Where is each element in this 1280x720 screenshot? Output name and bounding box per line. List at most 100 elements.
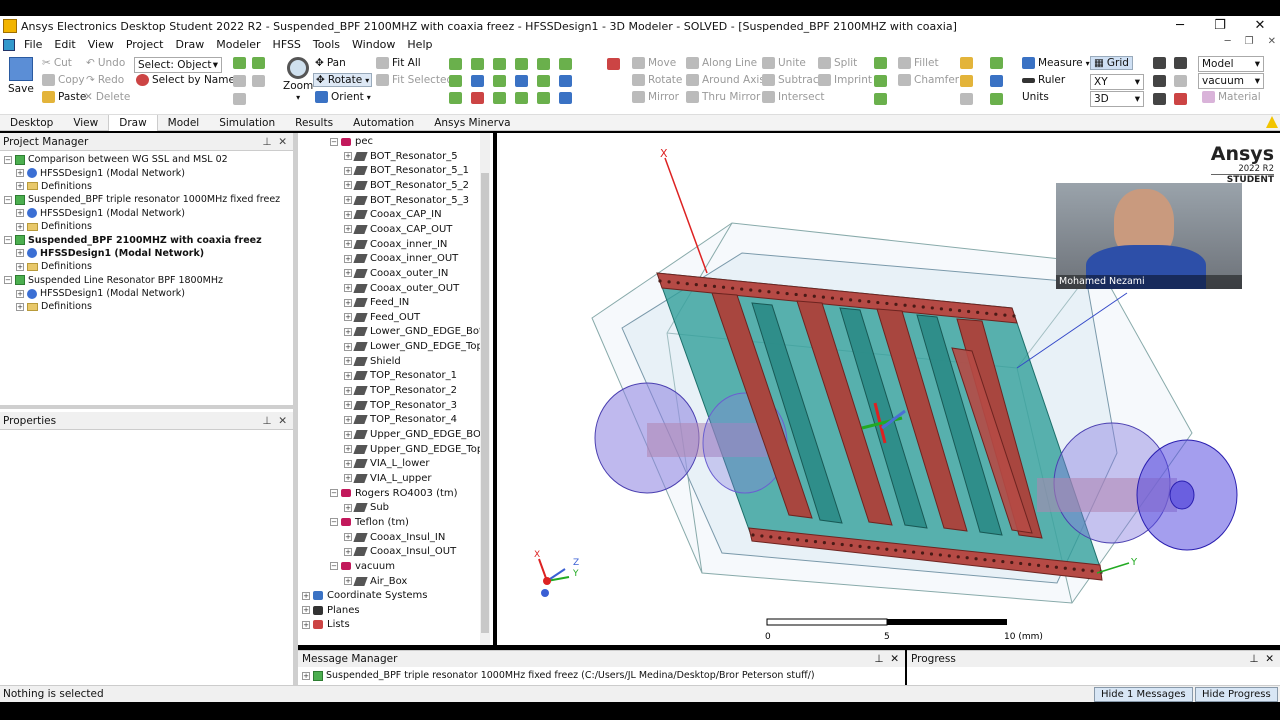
select-icon-5[interactable]	[252, 75, 265, 87]
expand-icon[interactable]: +	[302, 591, 310, 600]
around-axis-button[interactable]: Around Axis	[686, 74, 765, 86]
expand-icon[interactable]: +	[344, 181, 352, 190]
mdi-minimize-icon[interactable]: ─	[1225, 36, 1231, 47]
tree-object[interactable]: + Feed_IN	[344, 297, 409, 308]
tab-view[interactable]: View	[63, 115, 108, 131]
draw-extra-icon[interactable]	[607, 58, 620, 70]
expand-icon[interactable]: +	[344, 415, 352, 424]
tree-object[interactable]: + BOT_Resonator_5_1	[344, 165, 469, 176]
paste-button[interactable]: Paste	[42, 91, 86, 103]
design-item[interactable]: + HFSSDesign1 (Modal Network)	[0, 287, 280, 300]
view-icon-6[interactable]	[1174, 93, 1187, 105]
arc-icon[interactable]	[515, 75, 528, 87]
units-button[interactable]: Units	[1022, 91, 1049, 103]
collapse-icon[interactable]: −	[330, 562, 338, 571]
view-mode-dropdown[interactable]: 3D ▾	[1090, 91, 1144, 107]
tree-planes[interactable]: + Planes	[302, 605, 360, 616]
sphere-icon[interactable]	[449, 92, 462, 104]
expand-icon[interactable]: +	[344, 313, 352, 322]
design-item[interactable]: + HFSSDesign1 (Modal Network)	[0, 166, 280, 179]
collapse-icon[interactable]: −	[330, 518, 338, 527]
project-item[interactable]: − Suspended_BPF 2100MHZ with coaxia freez	[0, 233, 280, 246]
tree-object[interactable]: + BOT_Resonator_5	[344, 151, 458, 162]
close-icon[interactable]: ✕	[1265, 653, 1274, 665]
collapse-icon[interactable]: −	[330, 489, 338, 498]
save-button[interactable]: Save	[8, 57, 34, 95]
design-item[interactable]: + HFSSDesign1 (Modal Network)	[0, 247, 280, 260]
expand-icon[interactable]: +	[344, 240, 352, 249]
rotate-object-button[interactable]: Rotate	[632, 74, 682, 86]
thru-mirror-button[interactable]: Thru Mirror	[686, 91, 760, 103]
view-icon-5[interactable]	[1174, 75, 1187, 87]
cone-icon[interactable]	[537, 75, 550, 87]
tree-object[interactable]: + Cooax_CAP_OUT	[344, 224, 452, 235]
menu-project[interactable]: Project	[120, 38, 170, 51]
material-dropdown[interactable]: vacuum ▾	[1198, 73, 1264, 89]
material-button[interactable]: Material	[1202, 91, 1261, 103]
grid-button[interactable]: ▦ Grid	[1090, 56, 1133, 70]
imprint-button[interactable]: Imprint	[818, 74, 872, 86]
expand-icon[interactable]: +	[344, 342, 352, 351]
definitions-item[interactable]: + Definitions	[0, 220, 280, 233]
split-button[interactable]: Split	[818, 57, 857, 69]
tree-object[interactable]: + BOT_Resonator_5_2	[344, 180, 469, 191]
project-item[interactable]: − Suspended Line Resonator BPF 1800MHz	[0, 274, 280, 287]
unite-button[interactable]: Unite	[762, 57, 806, 69]
expand-icon[interactable]: +	[344, 577, 352, 585]
ruler-button[interactable]: Ruler	[1022, 74, 1065, 86]
tree-object[interactable]: + TOP_Resonator_1	[344, 370, 457, 381]
tree-object[interactable]: + Cooax_inner_IN	[344, 239, 447, 250]
ellipse-icon[interactable]	[515, 58, 528, 70]
expand-icon[interactable]: +	[302, 671, 310, 680]
menu-help[interactable]: Help	[401, 38, 438, 51]
along-line-button[interactable]: Along Line	[686, 57, 757, 69]
intersect-button[interactable]: Intersect	[762, 91, 824, 103]
tree-object[interactable]: + Sub	[344, 502, 389, 513]
message-item[interactable]: + Suspended_BPF triple resonator 1000MHz…	[298, 667, 905, 684]
tab-desktop[interactable]: Desktop	[0, 115, 63, 131]
tab-simulation[interactable]: Simulation	[209, 115, 285, 131]
expand-icon[interactable]: +	[302, 620, 310, 629]
expand-icon[interactable]: +	[344, 357, 352, 366]
expand-icon[interactable]: +	[344, 474, 352, 483]
polygon-icon[interactable]	[493, 92, 506, 104]
menu-hfss[interactable]: HFSS	[267, 38, 307, 51]
tree-object[interactable]: + VIA_L_upper	[344, 473, 432, 484]
expand-icon[interactable]: +	[16, 182, 24, 191]
redo-button[interactable]: ↷ Redo	[86, 74, 124, 86]
select-icon-3[interactable]	[233, 93, 246, 105]
tree-object[interactable]: + Lower_GND_EDGE_Bot	[344, 326, 483, 337]
expand-icon[interactable]: +	[344, 386, 352, 395]
menu-view[interactable]: View	[82, 38, 120, 51]
menu-window[interactable]: Window	[346, 38, 401, 51]
expand-icon[interactable]: +	[344, 298, 352, 307]
tree-lists[interactable]: + Lists	[302, 619, 350, 630]
close-icon[interactable]: ✕	[278, 136, 287, 148]
coord-icon-3[interactable]	[990, 93, 1003, 105]
surface-icon-2[interactable]	[874, 75, 887, 87]
tree-object[interactable]: + Air_Box	[344, 576, 407, 587]
select-mode-dropdown[interactable]: Select: Object ▾	[134, 57, 222, 73]
regular-polyhedron-icon[interactable]	[537, 58, 550, 70]
definitions-item[interactable]: + Definitions	[0, 180, 280, 193]
view-icon-2[interactable]	[1153, 75, 1166, 87]
fillet-button[interactable]: Fillet	[898, 57, 939, 69]
tree-material-rogers[interactable]: − Rogers RO4003 (tm)	[330, 488, 458, 499]
select-icon-1[interactable]	[233, 57, 246, 69]
equation-curve-icon[interactable]	[559, 75, 572, 87]
expand-icon[interactable]: +	[344, 459, 352, 468]
menu-tools[interactable]: Tools	[307, 38, 346, 51]
tree-material-teflon[interactable]: − Teflon (tm)	[330, 517, 409, 528]
app-menu-icon[interactable]	[3, 38, 15, 51]
select-by-name-button[interactable]: Select by Name	[136, 74, 235, 86]
rectangle-icon[interactable]	[493, 58, 506, 70]
expand-icon[interactable]: +	[344, 152, 352, 161]
box-icon[interactable]	[449, 58, 462, 70]
tab-model[interactable]: Model	[158, 115, 210, 131]
copy-button[interactable]: Copy	[42, 74, 85, 86]
expand-icon[interactable]: +	[16, 222, 24, 231]
tree-object[interactable]: + TOP_Resonator_3	[344, 400, 457, 411]
expand-icon[interactable]: +	[344, 371, 352, 380]
tree-object[interactable]: + TOP_Resonator_4	[344, 414, 457, 425]
definitions-item[interactable]: + Definitions	[0, 300, 280, 313]
